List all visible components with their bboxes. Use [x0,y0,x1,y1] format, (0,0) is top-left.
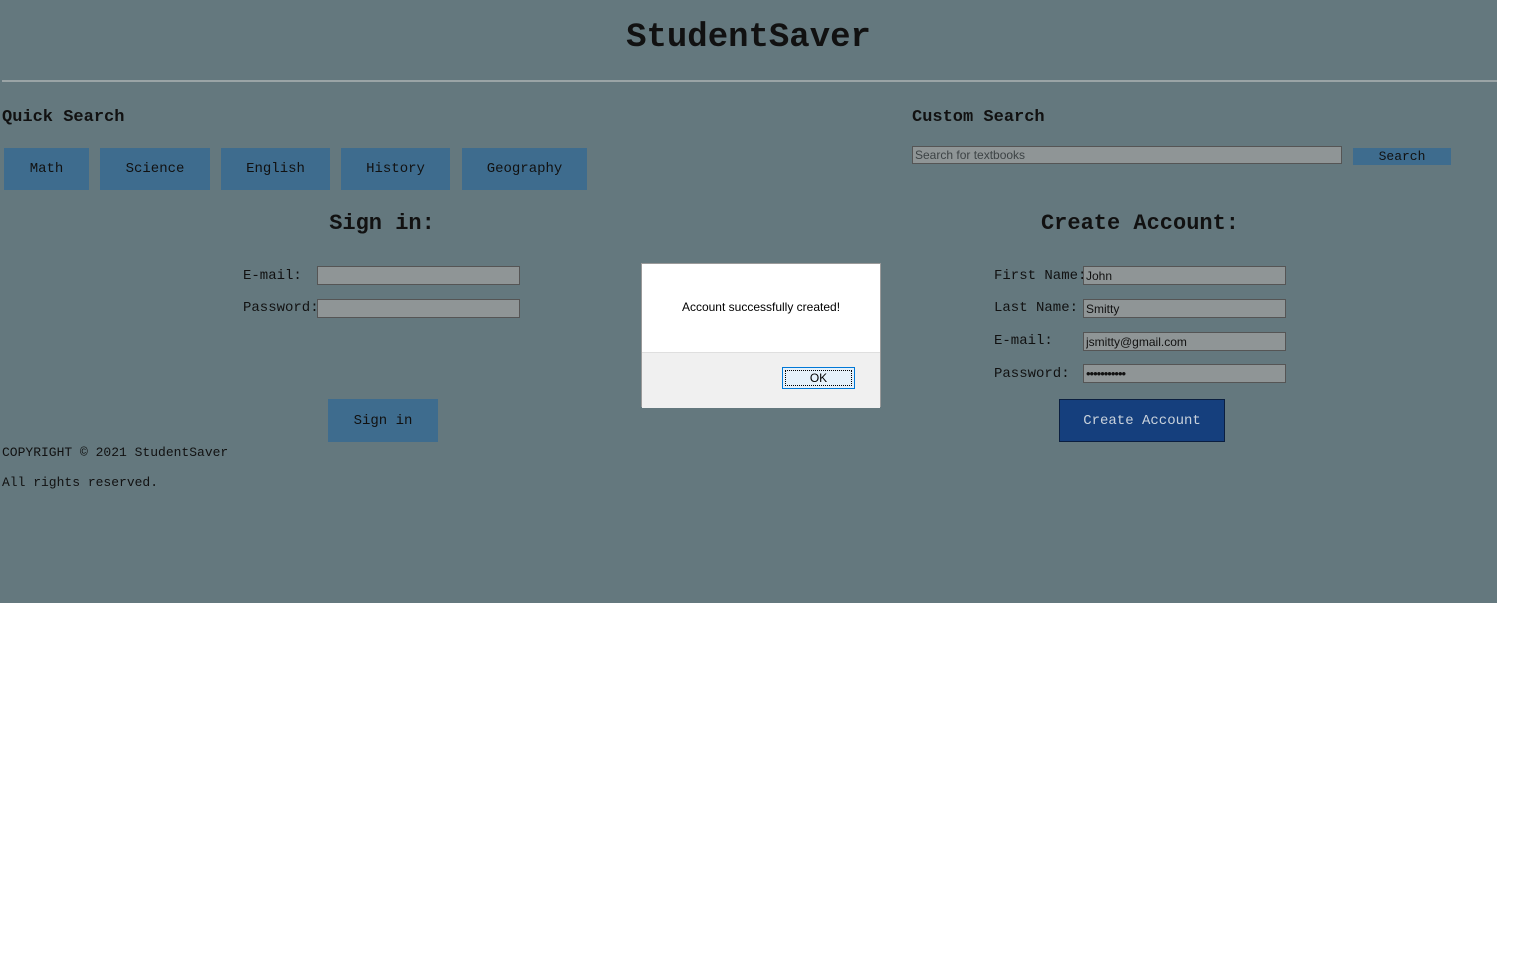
quick-search-english-button[interactable]: English [221,148,330,190]
quick-search-heading: Quick Search [2,108,125,127]
sign-in-email-label: E-mail: [243,268,302,284]
create-password-label: Password: [994,366,1070,382]
create-email-label: E-mail: [994,333,1053,349]
create-password-field[interactable] [1083,364,1286,383]
sign-in-email-field[interactable] [317,266,520,285]
alert-dialog: Account successfully created! OK [641,263,881,408]
alert-footer: OK [642,352,880,408]
last-name-field[interactable] [1083,299,1286,318]
sign-in-button[interactable]: Sign in [328,399,438,442]
quick-search-science-button[interactable]: Science [100,148,210,190]
footer-rights: All rights reserved. [2,475,159,490]
quick-search-history-button[interactable]: History [341,148,450,190]
first-name-label: First Name: [994,268,1087,284]
last-name-label: Last Name: [994,300,1079,316]
create-email-field[interactable] [1083,332,1286,351]
sign-in-password-label: Password: [243,300,319,316]
site-title: StudentSaver [626,19,871,57]
textbook-search-input[interactable] [912,146,1342,164]
sign-in-password-field[interactable] [317,299,520,318]
first-name-field[interactable] [1083,266,1286,285]
quick-search-geography-button[interactable]: Geography [462,148,587,190]
create-account-title: Create Account: [1040,211,1240,236]
create-account-button[interactable]: Create Account [1059,399,1225,442]
footer-copyright: COPYRIGHT © 2021 StudentSaver [2,445,229,460]
search-button[interactable]: Search [1353,148,1451,165]
custom-search-heading: Custom Search [912,108,1045,127]
quick-search-math-button[interactable]: Math [4,148,89,190]
header-divider [2,80,1497,82]
alert-message: Account successfully created! [681,300,841,314]
sign-in-title: Sign in: [329,211,435,236]
ok-button[interactable]: OK [782,367,855,389]
